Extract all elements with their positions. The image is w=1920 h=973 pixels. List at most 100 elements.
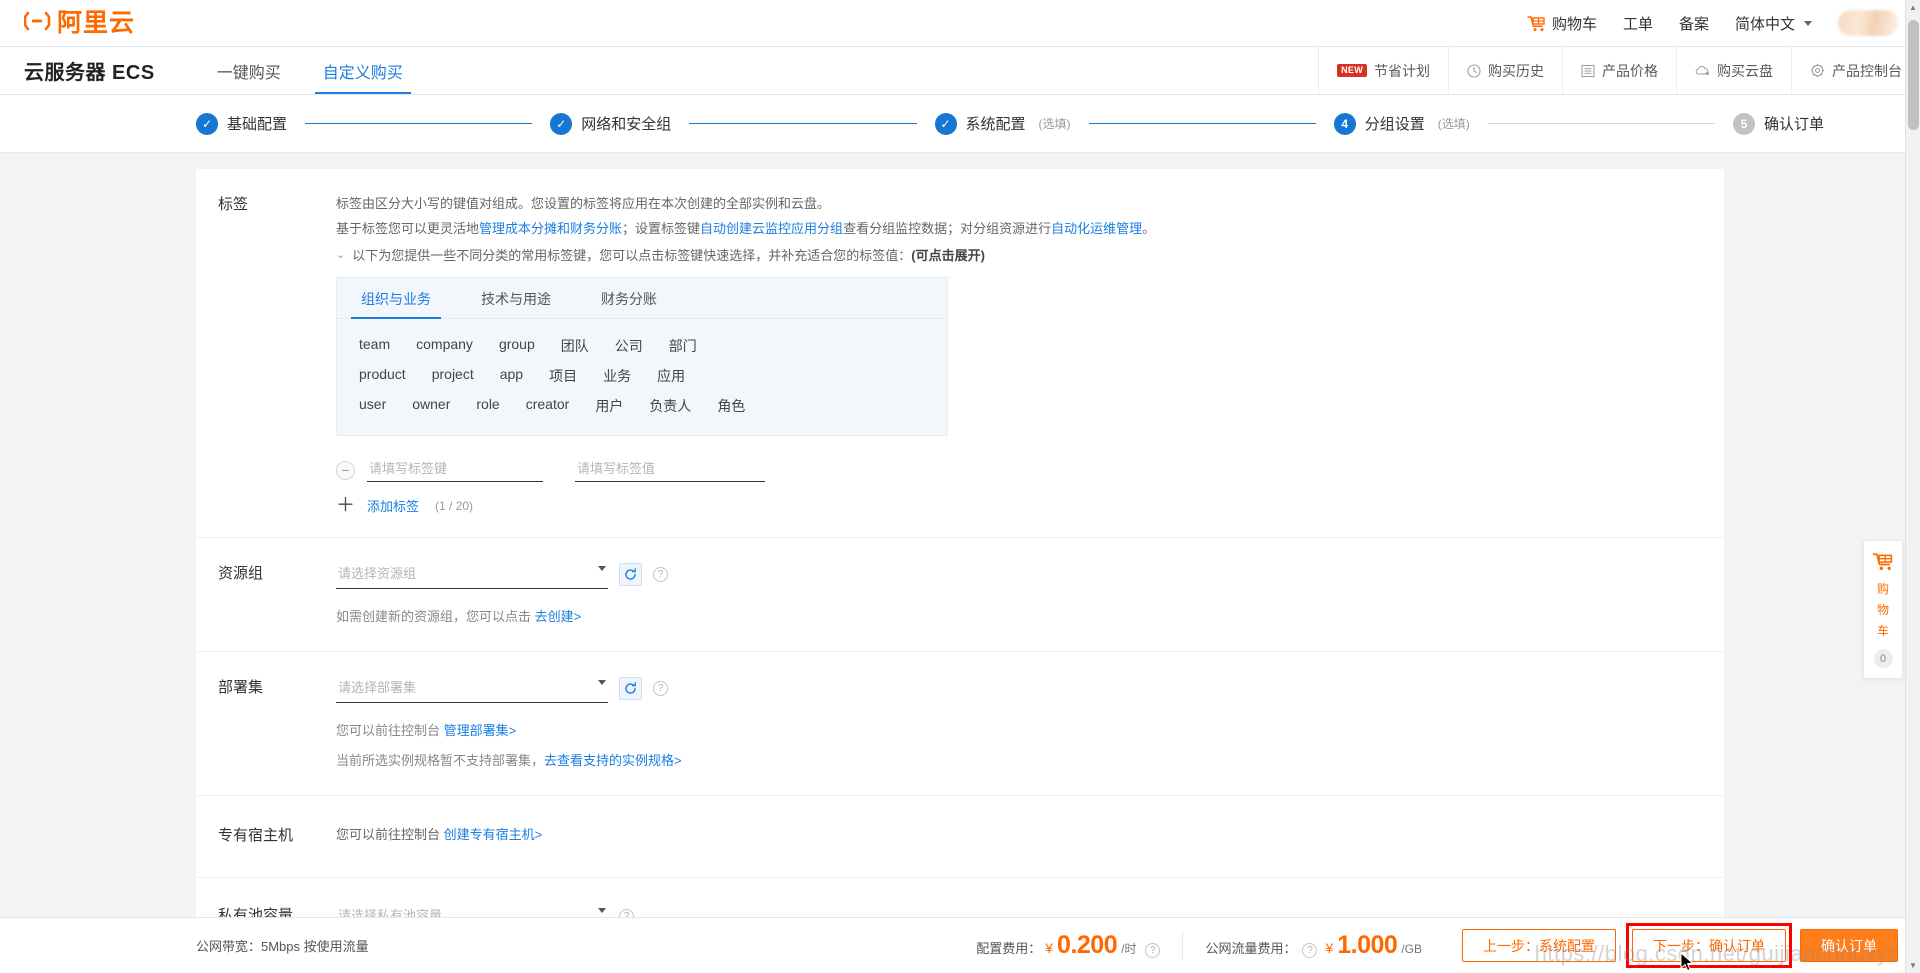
step-check-icon: ✓ bbox=[196, 112, 218, 135]
subnav-link-purchase-history[interactable]: 购买历史 bbox=[1448, 47, 1562, 94]
scroll-down-icon[interactable]: ▼ bbox=[1906, 958, 1920, 973]
link-create-resource-group[interactable]: 去创建> bbox=[535, 609, 582, 624]
step-group-settings-optional: (选填) bbox=[1437, 117, 1470, 131]
alibaba-cloud-logo[interactable]: 阿里云 bbox=[23, 9, 135, 38]
gear-icon bbox=[1810, 63, 1825, 78]
tag-suggestions-expander[interactable]: ⌄ 以下为您提供一些不同分类的常用标签键，您可以点击标签键快速选择，并补充适合您… bbox=[336, 243, 1724, 268]
tag-key-input[interactable] bbox=[367, 458, 543, 482]
tag-chip[interactable]: 角色 bbox=[717, 396, 745, 416]
tag-chip[interactable]: 负责人 bbox=[649, 396, 691, 416]
bandwidth-summary: 公网带宽：5Mbps 按使用流量 bbox=[196, 939, 369, 954]
subnav-link-buy-cloud-disk[interactable]: 购买云盘 bbox=[1676, 47, 1791, 94]
chevron-down-icon bbox=[1804, 20, 1812, 26]
tag-category-tab-tech[interactable]: 技术与用途 bbox=[479, 278, 553, 318]
link-supported-instance-types[interactable]: 去查看支持的实例规格> bbox=[544, 753, 682, 768]
help-icon[interactable]: ? bbox=[653, 681, 668, 696]
price-config-fee: 配置费用： ¥ 0.200 /时 ? bbox=[954, 931, 1182, 960]
step-connector bbox=[305, 123, 533, 124]
tag-chip[interactable]: creator bbox=[526, 396, 570, 416]
tag-chip[interactable]: group bbox=[499, 336, 535, 356]
tag-chip[interactable]: user bbox=[359, 396, 386, 416]
avatar[interactable] bbox=[1838, 10, 1898, 36]
minus-icon[interactable]: − bbox=[336, 460, 355, 480]
help-icon[interactable]: ? bbox=[1145, 943, 1161, 958]
resource-group-select[interactable]: 请选择资源组 bbox=[336, 560, 608, 589]
step-basic-config[interactable]: ✓ 基础配置 bbox=[196, 112, 287, 135]
chevron-down-icon bbox=[598, 908, 606, 913]
tag-chip[interactable]: 应用 bbox=[657, 366, 685, 386]
confirm-order-button[interactable]: 确认订单 bbox=[1800, 929, 1898, 962]
list-icon bbox=[1581, 64, 1595, 78]
refresh-icon[interactable] bbox=[619, 677, 642, 700]
header-icp[interactable]: 备案 bbox=[1679, 13, 1709, 34]
step-network-security-label: 网络和安全组 bbox=[581, 116, 672, 133]
help-icon[interactable]: ? bbox=[1302, 943, 1318, 958]
link-cloud-monitor-group[interactable]: 自动创建云监控应用分组 bbox=[700, 221, 843, 236]
link-cost-allocation[interactable]: 管理成本分摊和财务分账 bbox=[479, 221, 622, 236]
global-header: 阿里云 购物车 工单 备案 简体中文 bbox=[0, 0, 1920, 47]
step-group-settings[interactable]: 4 分组设置 (选填) bbox=[1333, 112, 1470, 135]
deployment-set-note2-prefix: 当前所选实例规格暂不支持部署集， bbox=[336, 753, 545, 768]
tag-chip-row: user owner role creator 用户 负责人 角色 bbox=[359, 391, 925, 421]
product-subnav: 云服务器 ECS 一键购买 自定义购买 NEW 节省计划 购买历史 产品价格 购… bbox=[0, 47, 1920, 95]
subnav-link-product-console-label: 产品控制台 bbox=[1832, 62, 1902, 79]
tag-chip[interactable]: 业务 bbox=[603, 366, 631, 386]
deployment-set-select[interactable]: 请选择部署集 bbox=[336, 674, 608, 703]
dedicated-host-label: 专有宿主机 bbox=[218, 827, 294, 844]
next-step-button[interactable]: 下一步：确认订单 bbox=[1632, 929, 1786, 962]
tab-custom-purchase[interactable]: 自定义购买 bbox=[309, 47, 417, 94]
bottom-summary-bar: 公网带宽：5Mbps 按使用流量 配置费用： ¥ 0.200 /时 ? 公网流量… bbox=[0, 917, 1920, 973]
price-traffic-fee-currency: ¥ bbox=[1325, 940, 1334, 956]
add-tag-label[interactable]: 添加标签 bbox=[367, 496, 419, 515]
subnav-link-savings-plan[interactable]: NEW 节省计划 bbox=[1318, 47, 1448, 94]
link-create-dedicated-host[interactable]: 创建专有宿主机> bbox=[444, 827, 543, 842]
step-system-config-optional: (选填) bbox=[1038, 117, 1071, 131]
plus-icon[interactable]: ＋ bbox=[336, 496, 355, 515]
refresh-icon[interactable] bbox=[619, 563, 642, 586]
step-check-icon: ✓ bbox=[934, 112, 957, 135]
tag-category-tab-finance[interactable]: 财务分账 bbox=[599, 278, 659, 318]
step-number: 5 bbox=[1733, 112, 1755, 135]
tag-value-input[interactable] bbox=[575, 458, 765, 482]
tag-chip[interactable]: 公司 bbox=[615, 336, 643, 356]
tag-chip[interactable]: company bbox=[416, 336, 473, 356]
floating-cart-widget[interactable]: 购 物 车 0 bbox=[1863, 540, 1903, 679]
tags-label: 标签 bbox=[218, 196, 249, 213]
header-language-selector[interactable]: 简体中文 bbox=[1735, 13, 1812, 34]
tag-chip-row: team company group 团队 公司 部门 bbox=[359, 331, 925, 361]
tag-chip[interactable]: product bbox=[359, 366, 406, 386]
tag-chip[interactable]: 团队 bbox=[561, 336, 589, 356]
step-confirm-order[interactable]: 5 确认订单 bbox=[1733, 112, 1824, 135]
add-tag-row[interactable]: ＋ 添加标签 (1 / 20) bbox=[336, 496, 1724, 515]
link-automated-ops[interactable]: 自动化运维管理 bbox=[1051, 221, 1142, 236]
link-manage-deployment-set[interactable]: 管理部署集> bbox=[444, 723, 517, 738]
global-header-right: 购物车 工单 备案 简体中文 bbox=[1527, 10, 1898, 36]
tag-chip[interactable]: owner bbox=[412, 396, 450, 416]
tag-chip[interactable]: team bbox=[359, 336, 390, 356]
tag-chip[interactable]: role bbox=[476, 396, 499, 416]
price-traffic-fee-label: 公网流量费用： bbox=[1205, 941, 1297, 956]
page-scrollbar[interactable]: ▲ ▼ bbox=[1905, 0, 1920, 973]
tags-desc-2: 基于标签您可以更灵活地管理成本分摊和财务分账；设置标签键自动创建云监控应用分组查… bbox=[336, 216, 1724, 241]
tag-chip[interactable]: 用户 bbox=[595, 396, 623, 416]
prev-step-button[interactable]: 上一步：系统配置 bbox=[1462, 929, 1616, 962]
subnav-link-product-price[interactable]: 产品价格 bbox=[1562, 47, 1676, 94]
help-icon[interactable]: ? bbox=[653, 567, 668, 582]
scroll-up-icon[interactable]: ▲ bbox=[1906, 0, 1920, 15]
header-tickets[interactable]: 工单 bbox=[1623, 13, 1653, 34]
tag-category-tab-org[interactable]: 组织与业务 bbox=[351, 278, 441, 319]
header-cart[interactable]: 购物车 bbox=[1527, 13, 1597, 34]
step-system-config[interactable]: ✓ 系统配置 (选填) bbox=[934, 112, 1071, 135]
tab-one-click-purchase[interactable]: 一键购买 bbox=[203, 47, 295, 94]
subnav-link-purchase-history-label: 购买历史 bbox=[1488, 62, 1544, 79]
add-tag-count: (1 / 20) bbox=[435, 498, 474, 513]
subnav-link-product-console[interactable]: 产品控制台 bbox=[1791, 47, 1920, 94]
tag-chip[interactable]: project bbox=[432, 366, 474, 386]
tag-chip[interactable]: app bbox=[500, 366, 523, 386]
price-config-fee-unit: /时 bbox=[1121, 942, 1137, 956]
step-network-security[interactable]: ✓ 网络和安全组 bbox=[550, 112, 672, 135]
scrollbar-thumb[interactable] bbox=[1908, 20, 1919, 130]
resource-group-placeholder: 请选择资源组 bbox=[338, 566, 417, 581]
tag-chip[interactable]: 项目 bbox=[549, 366, 577, 386]
tag-chip[interactable]: 部门 bbox=[669, 336, 697, 356]
